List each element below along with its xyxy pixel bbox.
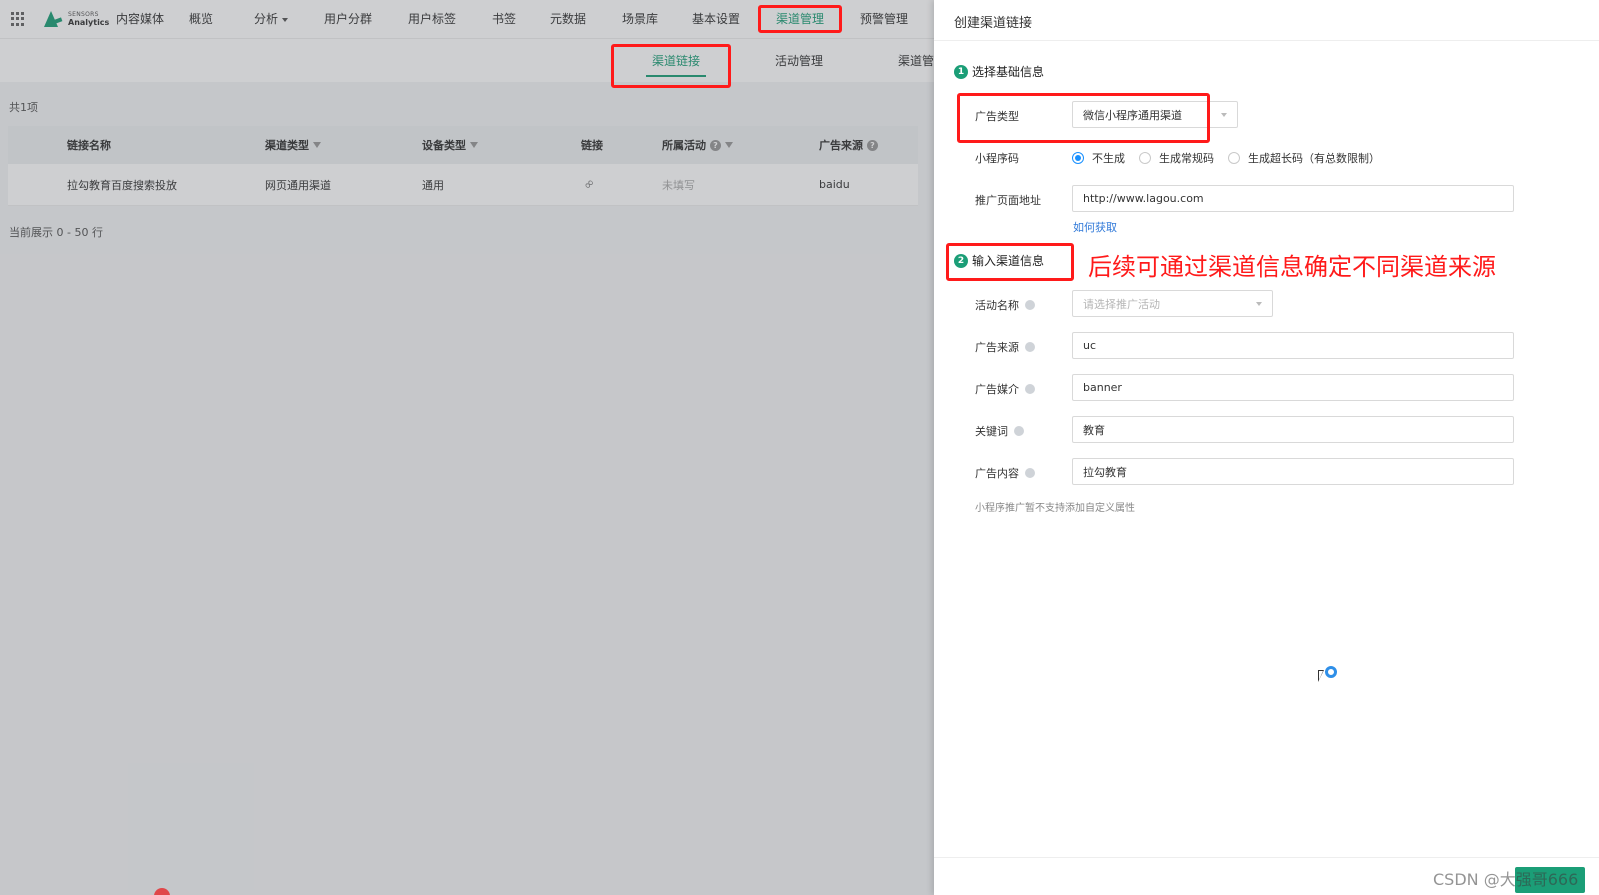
ad-medium-label: 广告媒介: [975, 381, 1035, 397]
loading-ring-icon: [1325, 666, 1337, 678]
ad-content-input[interactable]: [1072, 458, 1514, 485]
promo-url-label: 推广页面地址: [975, 194, 1041, 207]
ad-source-label: 广告来源: [975, 339, 1035, 355]
keyword-label-text: 关键词: [975, 425, 1008, 438]
chevron-down-icon: [1256, 302, 1262, 306]
help-icon[interactable]: [1025, 384, 1035, 394]
radio-label: 不生成: [1092, 152, 1125, 165]
keyword-input[interactable]: [1072, 416, 1514, 443]
help-icon[interactable]: [1025, 300, 1035, 310]
radio-no-generate[interactable]: 不生成: [1072, 150, 1125, 166]
help-icon[interactable]: [1025, 468, 1035, 478]
ad-medium-input[interactable]: [1072, 374, 1514, 401]
keyword-label: 关键词: [975, 423, 1024, 439]
activity-placeholder: 请选择推广活动: [1083, 297, 1160, 311]
section-title: 选择基础信息: [972, 65, 1045, 79]
mini-code-radio-group: 不生成 生成常规码 生成超长码（有总数限制）: [1072, 150, 1394, 166]
csdn-watermark: CSDN @大强哥666: [1433, 870, 1579, 889]
radio-label: 生成超长码（有总数限制）: [1248, 152, 1380, 165]
radio-button[interactable]: [1072, 152, 1084, 164]
help-icon[interactable]: [1025, 342, 1035, 352]
step-number: 1: [954, 64, 968, 79]
ad-medium-label-text: 广告媒介: [975, 383, 1019, 396]
divider: [934, 40, 1599, 41]
ad-source-label-text: 广告来源: [975, 341, 1019, 354]
how-to-get-link[interactable]: 如何获取: [1073, 219, 1117, 235]
promo-url-input[interactable]: [1072, 185, 1514, 212]
radio-button[interactable]: [1228, 152, 1240, 164]
annotation-box-ad-type: [957, 93, 1210, 143]
activity-label-text: 活动名称: [975, 299, 1019, 312]
activity-select[interactable]: 请选择推广活动: [1072, 290, 1273, 317]
section-basic-info: 1 选择基础信息: [954, 63, 1044, 80]
ad-content-label-text: 广告内容: [975, 467, 1019, 480]
radio-label: 生成常规码: [1159, 152, 1214, 165]
radio-long-code[interactable]: 生成超长码（有总数限制）: [1228, 150, 1380, 166]
mouse-cursor-icon: [1318, 670, 1324, 682]
activity-label: 活动名称: [975, 297, 1035, 313]
annotation-box-channel-links-tab: [611, 44, 731, 88]
ad-content-label: 广告内容: [975, 465, 1035, 481]
chevron-down-icon: [1221, 113, 1227, 117]
mini-code-label: 小程序码: [975, 152, 1019, 165]
radio-button[interactable]: [1139, 152, 1151, 164]
ad-source-input[interactable]: [1072, 332, 1514, 359]
annotation-text: 后续可通过渠道信息确定不同渠道来源: [1088, 253, 1496, 281]
help-icon[interactable]: [1014, 426, 1024, 436]
annotation-box-channel-info: [946, 243, 1074, 281]
radio-regular-code[interactable]: 生成常规码: [1139, 150, 1214, 166]
drawer-title: 创建渠道链接: [954, 16, 1033, 31]
custom-attr-hint: 小程序推广暂不支持添加自定义属性: [975, 503, 1135, 514]
annotation-box-channel-management: [758, 5, 842, 33]
